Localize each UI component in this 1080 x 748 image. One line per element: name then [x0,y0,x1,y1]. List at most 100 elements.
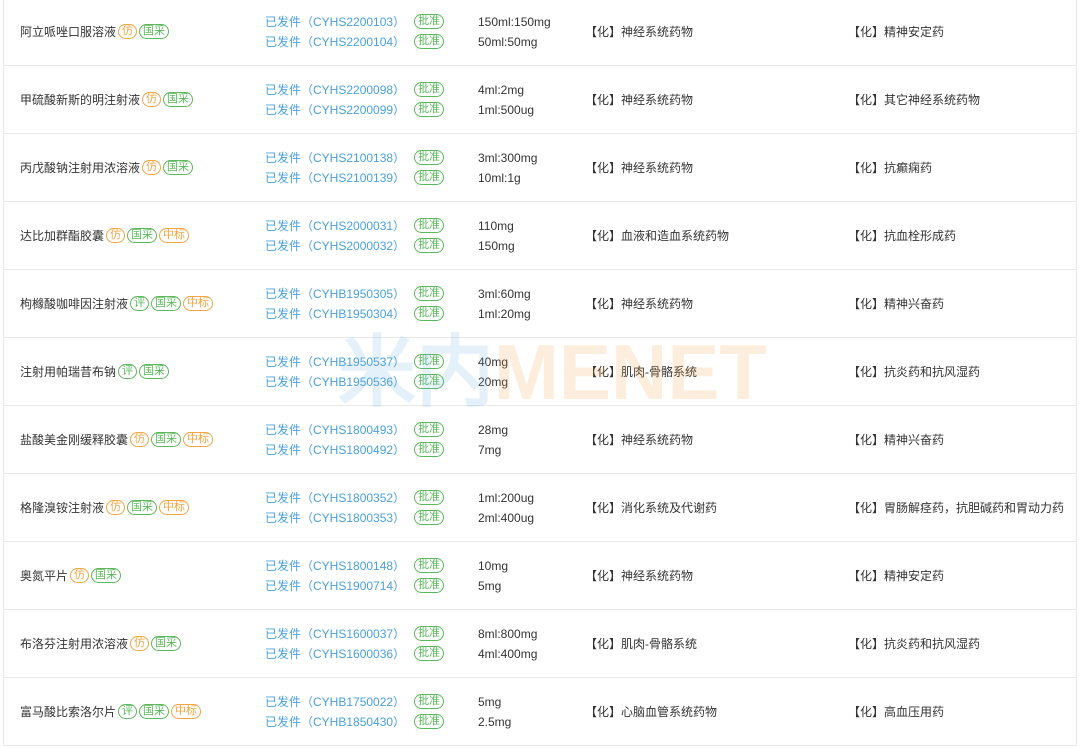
tag-badge: 国采 [151,636,182,651]
filing-line: 已发件（CYHB1950537） 批准 [265,352,475,372]
filing-line: 已发件（CYHS1800493） 批准 [265,420,475,440]
spec-cell: 3ml:300mg 10ml:1g [475,134,582,201]
drug-name-cell: 格隆溴铵注射液仿国采 中标 [4,474,262,541]
filing-status-link[interactable]: 已发件（CYHS1800148） [265,556,405,576]
spec-value: 3ml:300mg [478,150,538,165]
tag-badge: 国采 [163,92,194,107]
drug-name-cell: 富马酸比索洛尔片评国采 中标 [4,678,262,745]
tag-badge: 评 [118,364,138,379]
spec-value: 2ml:400ug [478,510,535,525]
table-row: 枸橼酸咖啡因注射液评国采 中标 已发件（CYHB1950305） 批准 已发件（CYHB… [4,270,1076,338]
filing-status-link[interactable]: 已发件（CYHB1850430） [265,712,405,732]
category-cell: 【化】神经系统药物 [582,66,845,133]
drug-name: 格隆溴铵注射液 [20,501,105,515]
approval-badge: 批准 [414,102,445,117]
filing-status-link[interactable]: 已发件（CYHS1900714） [265,576,405,596]
drug-category: 【化】神经系统药物 [585,25,694,39]
filing-status-link[interactable]: 已发件（CYHS2200098） [265,80,405,100]
filing-status-link[interactable]: 已发件（CYHS2000032） [265,236,405,256]
filing-status-link[interactable]: 已发件（CYHS1600036） [265,644,405,664]
filing-line: 已发件（CYHB1950536） 批准 [265,372,475,392]
filing-status-link[interactable]: 已发件（CYHS1600037） [265,624,405,644]
drug-category: 【化】肌肉-骨骼系统 [585,365,697,379]
approval-badge: 批准 [414,422,445,437]
filing-status-link[interactable]: 已发件（CYHB1750022） [265,692,405,712]
filing-status-link[interactable]: 已发件（CYHS1800353） [265,508,405,528]
approval-badge: 批准 [414,82,445,97]
filing-status-link[interactable]: 已发件（CYHS2200104） [265,32,405,52]
tag-badge: 仿 [118,24,138,39]
tag-badge: 国采 [139,24,170,39]
spec-cell: 8ml:800mg 4ml:400mg [475,610,582,677]
filing-status-link[interactable]: 已发件（CYHS2100138） [265,148,405,168]
spec-value: 1ml:20mg [478,306,531,321]
category-cell: 【化】神经系统药物 [582,542,845,609]
subcategory-cell: 【化】精神兴奋药 [845,406,1076,473]
approval-badge: 批准 [414,218,445,233]
spec-value: 1ml:500ug [478,102,535,117]
filing-status-link[interactable]: 已发件（CYHS2200099） [265,100,405,120]
approval-badge: 批准 [414,354,445,369]
approval-badge: 批准 [414,558,445,573]
filing-line: 已发件（CYHB1850430） 批准 [265,712,475,732]
filing-line: 已发件（CYHB1750022） 批准 [265,692,475,712]
drug-name: 达比加群酯胶囊 [20,229,105,243]
filing-status-link[interactable]: 已发件（CYHB1950304） [265,304,405,324]
subcategory-cell: 【化】高血压用药 [845,678,1076,745]
filing-line: 已发件（CYHS2200104） 批准 [265,32,475,52]
spec-value: 28mg [478,422,509,437]
filing-status-link[interactable]: 已发件（CYHB1950537） [265,352,405,372]
tag-badge: 评 [130,296,150,311]
tag-badge: 中标 [171,704,202,719]
tag-badge: 仿 [142,92,162,107]
spec-value: 4ml:400mg [478,646,538,661]
drug-name-cell: 阿立哌唑口服溶液仿国采 [4,0,262,65]
filing-status-link[interactable]: 已发件（CYHS1800492） [265,440,405,460]
tag-badge: 国采 [91,568,122,583]
table-row: 布洛芬注射用浓溶液仿国采 已发件（CYHS1600037） 批准 已发件（CYHS16… [4,610,1076,678]
drug-subcategory: 【化】其它神经系统药物 [848,93,981,107]
drug-subcategory: 【化】精神兴奋药 [848,433,945,447]
approval-badge: 批准 [414,626,445,641]
drug-category: 【化】神经系统药物 [585,569,694,583]
filing-status-link[interactable]: 已发件（CYHS2000031） [265,216,405,236]
table-row: 盐酸美金刚缓释胶囊仿国采 中标 已发件（CYHS1800493） 批准 已发件（CYHS… [4,406,1076,474]
category-cell: 【化】肌肉-骨骼系统 [582,610,845,677]
spec-cell: 10mg 5mg [475,542,582,609]
subcategory-cell: 【化】抗血栓形成药 [845,202,1076,269]
filing-line: 已发件（CYHS1800492） 批准 [265,440,475,460]
drug-name: 注射用帕瑞昔布钠 [20,365,117,379]
drug-category: 【化】神经系统药物 [585,93,694,107]
drug-subcategory: 【化】精神安定药 [848,25,945,39]
tag-badge: 中标 [159,228,190,243]
approval-badge: 批准 [414,714,445,729]
approval-badge: 批准 [414,286,445,301]
tag-badge: 仿 [130,432,150,447]
filing-status-link[interactable]: 已发件（CYHB1950305） [265,284,405,304]
spec-value: 150ml:150mg [478,14,551,29]
filing-status-link[interactable]: 已发件（CYHS2200103） [265,12,405,32]
spec-cell: 110mg 150mg [475,202,582,269]
category-cell: 【化】神经系统药物 [582,406,845,473]
drug-category: 【化】消化系统及代谢药 [585,501,718,515]
drug-name-cell: 甲硫酸新斯的明注射液仿国采 [4,66,262,133]
filing-line: 已发件（CYHS2100139） 批准 [265,168,475,188]
spec-value: 3ml:60mg [478,286,531,301]
filing-status-link[interactable]: 已发件（CYHS1800493） [265,420,405,440]
category-cell: 【化】心脑血管系统药物 [582,678,845,745]
filing-line: 已发件（CYHS1600037） 批准 [265,624,475,644]
approval-badge: 批准 [414,238,445,253]
tag-badge: 国采 [151,432,182,447]
drug-category: 【化】神经系统药物 [585,297,694,311]
filing-status-link[interactable]: 已发件（CYHS2100139） [265,168,405,188]
filing-line: 已发件（CYHB1950304） 批准 [265,304,475,324]
table-row: 格隆溴铵注射液仿国采 中标 已发件（CYHS1800352） 批准 已发件（CYHS18… [4,474,1076,542]
tag-badge: 仿 [130,636,150,651]
approval-badge: 批准 [414,510,445,525]
approval-badge: 批准 [414,306,445,321]
subcategory-cell: 【化】精神兴奋药 [845,270,1076,337]
filing-status-cell: 已发件（CYHS1600037） 批准 已发件（CYHS1600036） 批准 [262,610,475,677]
drug-subcategory: 【化】胃肠解痉药，抗胆碱药和胃动力药 [848,501,1065,515]
filing-status-link[interactable]: 已发件（CYHS1800352） [265,488,405,508]
filing-status-link[interactable]: 已发件（CYHB1950536） [265,372,405,392]
